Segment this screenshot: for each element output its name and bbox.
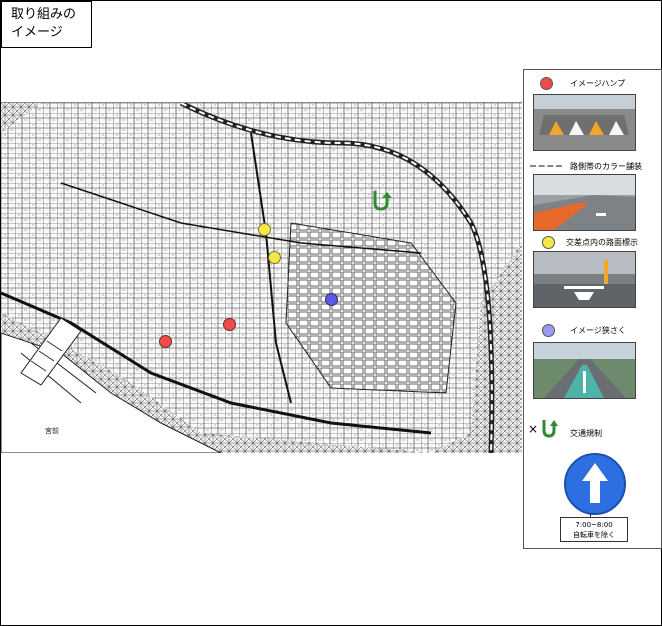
- up-arrow-icon: [582, 463, 608, 503]
- title-box: 取り組みの イメージ: [1, 1, 92, 48]
- sign-time-plate: 7:00~8:00 自転車を除く: [560, 517, 628, 542]
- legend-label-narrowing: イメージ狭さく: [570, 326, 626, 335]
- legend-label-hump: イメージハンプ: [570, 79, 626, 88]
- map-landmark-label: 宮前: [45, 426, 59, 435]
- legend-label-crosswalk: 交差点内の路面標示: [566, 238, 638, 247]
- one-way-sign: [564, 453, 626, 515]
- hump-photo: [533, 94, 636, 151]
- dashed-line-icon: [530, 165, 562, 167]
- no-turn-arrow-icon: [542, 420, 558, 438]
- crosswalk-photo: [533, 251, 636, 308]
- narrowing-photo: [533, 342, 636, 399]
- title-line-2: イメージ: [11, 25, 63, 40]
- map-marker-hump-1[interactable]: [159, 335, 172, 348]
- yellow-circle-icon: [542, 236, 555, 249]
- street-map: 宮前: [1, 103, 522, 453]
- map-marker-narrowing[interactable]: [325, 293, 338, 306]
- sign-plate-line-2: 自転車を除く: [573, 531, 615, 539]
- map-no-turn-arrow-icon[interactable]: [367, 187, 395, 213]
- legend-label-regulation: 交通規制: [570, 429, 602, 438]
- map-marker-crosswalk-1[interactable]: [258, 223, 271, 236]
- title-line-1: 取り組みの: [11, 7, 77, 22]
- legend-label-color-paving: 路側帯のカラー舗装: [570, 162, 642, 171]
- red-circle-icon: [540, 77, 553, 90]
- street-map-drawing: 宮前: [1, 103, 522, 453]
- legend-panel: イメージハンプ 路側帯のカラー舗装 交差点内の路面標示 イメージ狭さく × 交通…: [523, 69, 662, 549]
- map-marker-hump-2[interactable]: [223, 318, 236, 331]
- cross-mark-icon: ×: [528, 422, 539, 436]
- sign-plate-line-1: 7:00~8:00: [575, 521, 613, 529]
- map-marker-crosswalk-2[interactable]: [268, 251, 281, 264]
- color-paving-photo: [533, 174, 636, 231]
- blue-circle-icon: [542, 324, 555, 337]
